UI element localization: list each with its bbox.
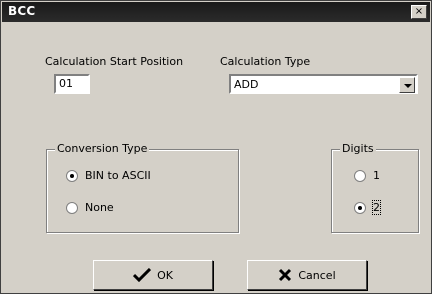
close-button[interactable]: × xyxy=(411,5,427,19)
conversion-type-group: Conversion Type BIN to ASCII None xyxy=(46,142,239,233)
radio-none[interactable] xyxy=(66,202,78,214)
x-mark-icon xyxy=(279,268,292,282)
conversion-type-legend: Conversion Type xyxy=(55,142,150,155)
radio-selected-dot xyxy=(358,206,362,210)
calc-type-value: ADD xyxy=(234,78,259,91)
radio-digits-2-label: 2 xyxy=(372,200,381,215)
cancel-button[interactable]: Cancel xyxy=(247,260,367,290)
radio-digits-2[interactable] xyxy=(354,202,366,214)
radio-selected-dot xyxy=(70,174,74,178)
title-bar[interactable]: BCC × xyxy=(2,2,430,22)
calc-type-label: Calculation Type xyxy=(220,55,311,68)
calc-type-select[interactable]: ADD xyxy=(229,74,418,94)
radio-bin-to-ascii-label: BIN to ASCII xyxy=(85,169,151,182)
ok-label: OK xyxy=(157,268,173,282)
calc-start-label: Calculation Start Position xyxy=(45,55,184,68)
radio-bin-to-ascii[interactable] xyxy=(66,170,78,182)
close-icon: × xyxy=(414,6,424,17)
digits-legend: Digits xyxy=(340,142,376,155)
calc-start-input[interactable]: 01 xyxy=(54,74,90,94)
radio-digits-1-label: 1 xyxy=(373,169,380,182)
radio-digits-1[interactable] xyxy=(354,170,366,182)
digits-group: Digits 1 2 xyxy=(331,142,419,233)
dropdown-button[interactable] xyxy=(399,77,415,93)
cancel-label: Cancel xyxy=(298,268,336,282)
checkmark-icon xyxy=(133,268,152,282)
chevron-down-icon xyxy=(404,84,412,88)
ok-button[interactable]: OK xyxy=(93,260,213,290)
window-title: BCC xyxy=(8,4,36,18)
radio-none-label: None xyxy=(85,201,114,214)
bcc-dialog: BCC × Calculation Start Position 01 Calc… xyxy=(0,0,432,294)
calc-start-value: 01 xyxy=(59,77,73,90)
